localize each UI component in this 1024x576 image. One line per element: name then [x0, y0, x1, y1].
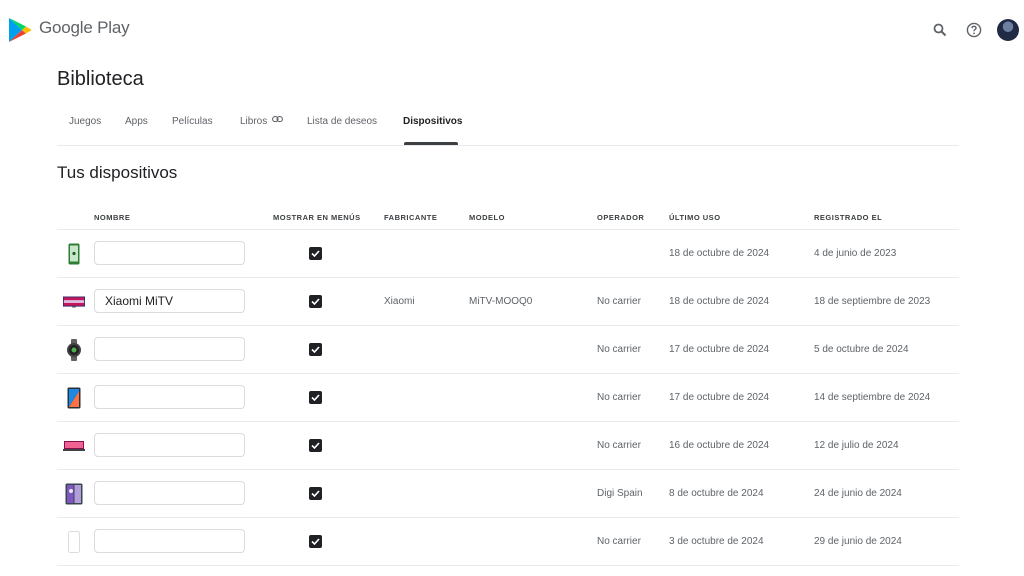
devices-table-header: NOMBRE MOSTRAR EN MENÚS FABRICANTE MODEL… [57, 205, 959, 230]
page-title: Biblioteca [57, 68, 144, 90]
device-last-used: 17 de octubre de 2024 [669, 344, 770, 355]
google-play-logo-icon[interactable] [8, 17, 32, 43]
device-name-input[interactable] [94, 529, 245, 553]
smartwatch-icon [63, 339, 85, 361]
device-manufacturer: Xiaomi [384, 296, 415, 307]
show-in-menus-checkbox[interactable] [309, 391, 322, 404]
section-title: Tus dispositivos [57, 163, 178, 182]
generic-phone-icon [63, 531, 85, 553]
column-header-modelo[interactable]: MODELO [469, 213, 505, 222]
device-last-used: 3 de octubre de 2024 [669, 536, 764, 547]
search-icon[interactable] [930, 20, 950, 40]
device-carrier: No carrier [597, 392, 641, 403]
device-carrier: No carrier [597, 440, 641, 451]
tab-dispositivos[interactable]: Dispositivos [403, 116, 462, 127]
show-in-menus-checkbox[interactable] [309, 343, 322, 356]
device-registered: 4 de junio de 2023 [814, 248, 897, 259]
device-last-used: 18 de octubre de 2024 [669, 248, 770, 259]
device-carrier: No carrier [597, 296, 641, 307]
show-in-menus-checkbox[interactable] [309, 295, 322, 308]
device-carrier: Digi Spain [597, 488, 643, 499]
device-name-input[interactable] [94, 433, 245, 457]
device-name-input[interactable] [94, 241, 245, 265]
device-row: Xiaomi MiTV-MOOQ0 No carrier 18 de octub… [57, 278, 959, 326]
device-last-used: 18 de octubre de 2024 [669, 296, 770, 307]
column-header-registrado-el[interactable]: REGISTRADO EL [814, 213, 882, 222]
device-name-input[interactable] [94, 289, 245, 313]
device-registered: 12 de julio de 2024 [814, 440, 899, 451]
device-registered: 29 de junio de 2024 [814, 536, 902, 547]
column-header-ultimo-uso[interactable]: ÚLTIMO USO [669, 213, 721, 222]
device-row: No carrier 3 de octubre de 2024 29 de ju… [57, 518, 959, 566]
device-carrier: No carrier [597, 536, 641, 547]
device-name-input[interactable] [94, 337, 245, 361]
tab-libros[interactable]: Libros [240, 116, 283, 127]
device-carrier: No carrier [597, 344, 641, 355]
device-last-used: 8 de octubre de 2024 [669, 488, 764, 499]
show-in-menus-checkbox[interactable] [309, 247, 322, 260]
device-name-input[interactable] [94, 481, 245, 505]
link-icon [272, 116, 283, 123]
tablet-icon [63, 387, 85, 409]
device-row: 18 de octubre de 2024 4 de junio de 2023 [57, 230, 959, 278]
show-in-menus-checkbox[interactable] [309, 535, 322, 548]
tab-lista-de-deseos[interactable]: Lista de deseos [307, 116, 377, 127]
device-row: No carrier 16 de octubre de 2024 12 de j… [57, 422, 959, 470]
column-header-nombre[interactable]: NOMBRE [94, 213, 130, 222]
device-row: No carrier 17 de octubre de 2024 5 de oc… [57, 326, 959, 374]
account-avatar[interactable] [997, 19, 1019, 41]
device-name-input[interactable] [94, 385, 245, 409]
tab-juegos[interactable]: Juegos [69, 116, 101, 127]
tab-apps[interactable]: Apps [125, 116, 148, 127]
column-header-mostrar-en-menus[interactable]: MOSTRAR EN MENÚS [273, 213, 361, 222]
device-registered: 24 de junio de 2024 [814, 488, 902, 499]
device-row: No carrier 17 de octubre de 2024 14 de s… [57, 374, 959, 422]
device-row: Digi Spain 8 de octubre de 2024 24 de ju… [57, 470, 959, 518]
device-last-used: 16 de octubre de 2024 [669, 440, 770, 451]
column-header-fabricante[interactable]: FABRICANTE [384, 213, 437, 222]
device-registered: 18 de septiembre de 2023 [814, 296, 931, 307]
tab-libros-label: Libros [240, 116, 268, 127]
library-tabs: Juegos Apps Películas Libros Lista de de… [57, 110, 959, 146]
help-icon[interactable] [964, 20, 984, 40]
show-in-menus-checkbox[interactable] [309, 487, 322, 500]
laptop-icon [63, 435, 85, 457]
device-registered: 5 de octubre de 2024 [814, 344, 909, 355]
device-registered: 14 de septiembre de 2024 [814, 392, 931, 403]
device-model: MiTV-MOOQ0 [469, 296, 533, 307]
active-tab-indicator [404, 142, 458, 145]
tab-peliculas[interactable]: Películas [172, 116, 213, 127]
brand-name[interactable]: Google Play [39, 18, 130, 38]
app-header: Google Play [0, 0, 1024, 60]
android-phone-icon [63, 243, 85, 265]
device-last-used: 17 de octubre de 2024 [669, 392, 770, 403]
foldable-phone-icon [63, 483, 85, 505]
column-header-operador[interactable]: OPERADOR [597, 213, 644, 222]
show-in-menus-checkbox[interactable] [309, 439, 322, 452]
tv-icon [63, 291, 85, 313]
